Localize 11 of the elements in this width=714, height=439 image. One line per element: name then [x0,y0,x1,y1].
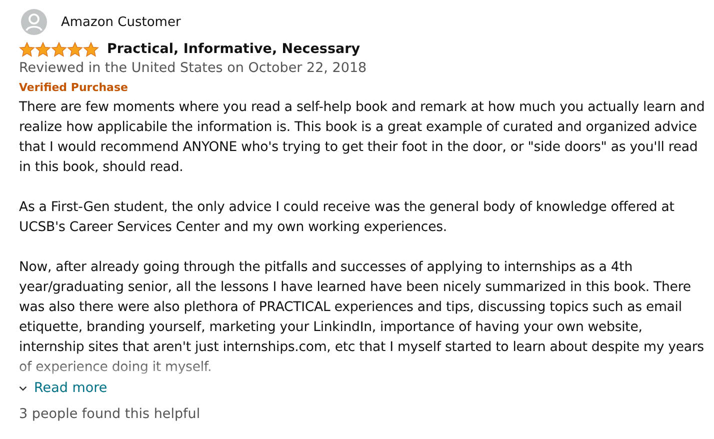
helpful-count: 3 people found this helpful [19,406,202,422]
chevron-down-icon [19,386,27,390]
avatar-icon [21,9,47,35]
review-title[interactable]: Practical, Informative, Necessary [107,41,360,57]
review-paragraph: Now, after already going through the pitfalls and successes of applying to internships as a 4th year/graduating senior, all the lessons I have learned have been nicely summarized in this book. There was also there were also plethora of PRACTICAL experiences and tips, discussing topics such as email etiquette, branding yourself, marketing your LinkindIn, importance of having your own website, internship sites that aren't just internships.com, etc that I myself started to learn about despite my years of experience doing it myself. [19,259,705,377]
review-paragraph: There are few moments where you read a self-help book and remark at how much you actually learn and realize how applicabile the information is. This book is a great example of curated and organized advice that I would recommend ANYONE who's trying to get their foot in the door, or "side doors" as you'll read in this book, should read. [19,99,706,177]
review-date: Reviewed in the United States on October 22, 2018 [19,60,368,76]
read-more-link[interactable]: Read more [34,380,108,396]
review-paragraph: As a First-Gen student, the only advice I could receive was the general body of knowledge offered at UCSB's Career Services Center and my own working experiences. [19,199,676,237]
verified-purchase-label: Verified Purchase [19,81,129,94]
author-name: Amazon Customer [61,14,181,30]
